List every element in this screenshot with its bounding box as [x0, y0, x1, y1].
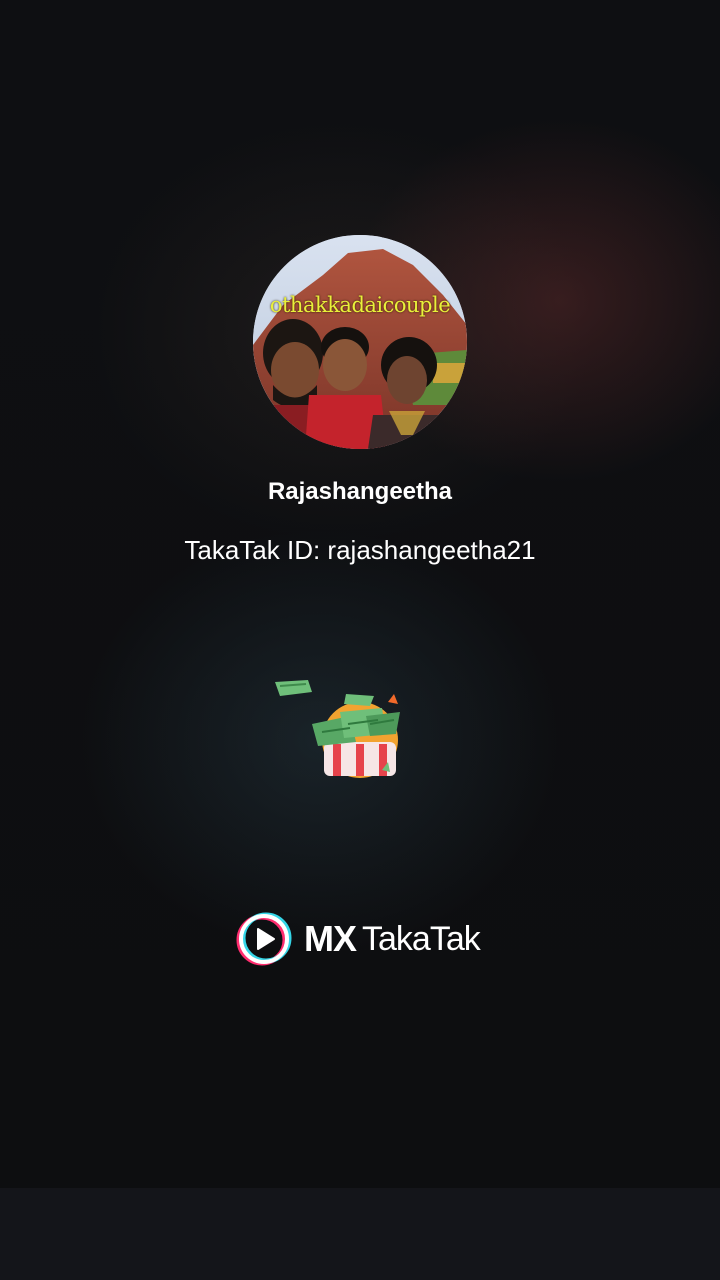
logo-mx-text: MX: [304, 918, 357, 959]
share-profile-screen: othakkadaicouple Rajashangeetha TakaTak …: [0, 0, 720, 1280]
bottom-bar: [0, 1188, 720, 1280]
mx-takatak-logo: MX TakaTak: [236, 910, 481, 968]
takatak-id: TakaTak ID: rajashangeetha21: [184, 535, 536, 565]
avatar-caption: othakkadaicouple: [269, 293, 451, 317]
mx-play-icon: [236, 912, 292, 966]
avatar-photo: [253, 235, 467, 449]
money-gift-icon[interactable]: [270, 672, 410, 782]
money-gift-graphic: [275, 680, 400, 778]
profile-name: Rajashangeetha: [267, 478, 453, 505]
logo-takatak-text: TakaTak: [362, 919, 481, 958]
profile-avatar[interactable]: othakkadaicouple: [253, 235, 467, 449]
